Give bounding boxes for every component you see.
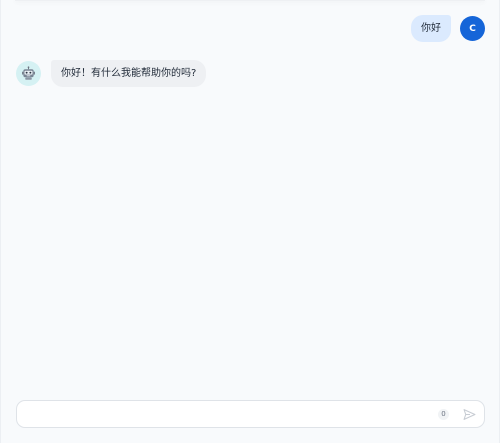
user-message-row: 你好 C bbox=[411, 15, 485, 42]
user-message-bubble: 你好 bbox=[411, 15, 451, 42]
chat-input-bar: 0 bbox=[16, 400, 485, 428]
bot-message-row: 你好！有什么我能帮助你的吗? bbox=[16, 60, 207, 87]
message-list[interactable]: 你好 C 你好！有什么我能帮助你的吗? bbox=[1, 0, 499, 383]
bot-message-bubble: 你好！有什么我能帮助你的吗? bbox=[51, 60, 207, 87]
robot-icon bbox=[22, 66, 35, 80]
char-count-badge: 0 bbox=[438, 408, 449, 420]
bot-avatar bbox=[16, 61, 41, 86]
send-icon bbox=[463, 408, 475, 420]
chat-window: 你好 C 你好！有什么我能帮助你的吗? 0 bbox=[0, 0, 500, 443]
chat-input[interactable] bbox=[17, 401, 438, 427]
send-button[interactable] bbox=[461, 406, 477, 422]
user-avatar: C bbox=[460, 16, 485, 41]
